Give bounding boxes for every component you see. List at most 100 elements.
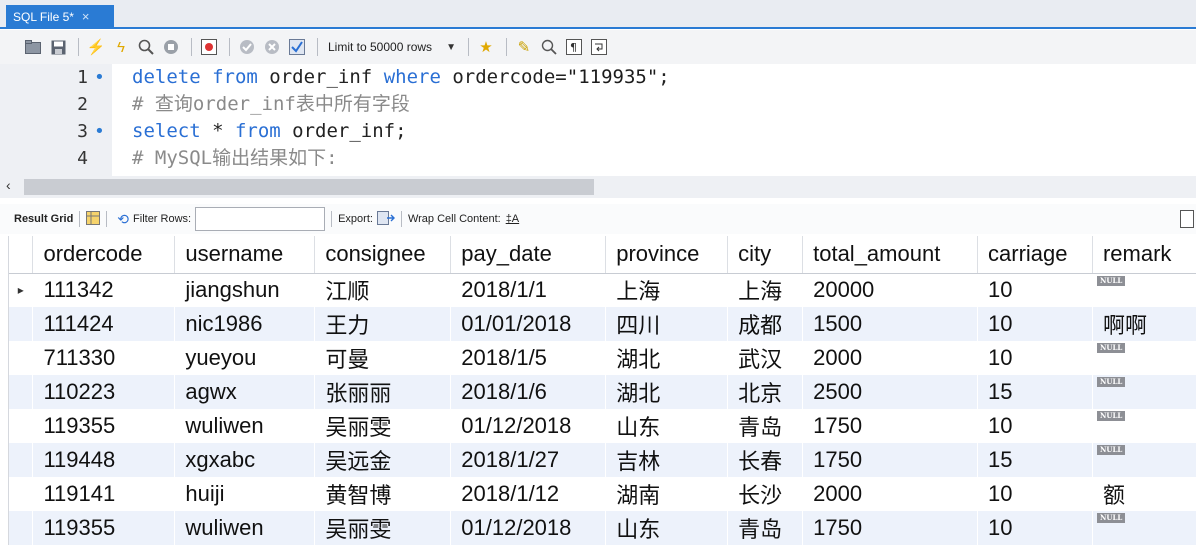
cell-remark[interactable]: NULL <box>1092 511 1196 545</box>
cell-username[interactable]: huiji <box>175 477 315 511</box>
row-marker[interactable] <box>9 375 33 409</box>
cell-city[interactable]: 上海 <box>728 273 803 307</box>
cell-consignee[interactable]: 吴丽雯 <box>315 409 451 443</box>
cell-total_amount[interactable]: 20000 <box>803 273 978 307</box>
cell-remark[interactable]: NULL <box>1092 375 1196 409</box>
cell-total_amount[interactable]: 2500 <box>802 375 978 409</box>
cell-city[interactable]: 北京 <box>727 375 803 409</box>
execute-current-icon[interactable]: ϟ <box>110 36 132 58</box>
row-marker[interactable] <box>9 341 33 375</box>
panel-toggle-icon[interactable] <box>1180 210 1194 228</box>
cell-province[interactable]: 吉林 <box>605 443 728 477</box>
code-line[interactable]: 2 # 查询order_inf表中所有字段 <box>0 91 1196 118</box>
cell-total_amount[interactable]: 1750 <box>802 443 978 477</box>
stop-icon[interactable] <box>160 36 182 58</box>
result-grid[interactable]: ordercode username consignee pay_date provin… <box>8 236 1196 545</box>
cell-total_amount[interactable]: 1750 <box>803 409 978 443</box>
row-marker[interactable] <box>9 443 33 477</box>
editor-horizontal-scrollbar[interactable]: ‹ <box>0 176 1196 198</box>
cell-total_amount[interactable]: 1750 <box>802 511 978 545</box>
cell-consignee[interactable]: 江顺 <box>315 273 451 307</box>
cell-total_amount[interactable]: 1500 <box>802 307 978 341</box>
cell-carriage[interactable]: 10 <box>977 307 1093 341</box>
cell-remark[interactable]: NULL <box>1092 409 1196 443</box>
chevron-left-icon[interactable]: ‹ <box>6 177 11 193</box>
cell-username[interactable]: wuliwen <box>174 511 315 545</box>
cell-remark[interactable]: NULL <box>1092 443 1196 477</box>
filter-rows-input[interactable] <box>195 207 326 231</box>
cell-ordercode[interactable]: 119141 <box>33 477 175 511</box>
wrap-cell-icon[interactable]: ‡A <box>506 213 519 225</box>
cell-username[interactable]: nic1986 <box>174 307 315 341</box>
cell-consignee[interactable]: 吴丽雯 <box>314 511 451 545</box>
row-marker[interactable] <box>9 409 33 443</box>
cell-username[interactable]: agwx <box>174 375 315 409</box>
cell-carriage[interactable]: 10 <box>978 477 1093 511</box>
cell-username[interactable]: wuliwen <box>175 409 315 443</box>
close-icon[interactable]: × <box>82 9 90 24</box>
cell-carriage[interactable]: 10 <box>978 273 1093 307</box>
column-header-remark[interactable]: remark <box>1092 236 1196 274</box>
cell-pay_date[interactable]: 2018/1/5 <box>451 341 606 375</box>
cell-total_amount[interactable]: 2000 <box>803 477 978 511</box>
cell-ordercode[interactable]: 111424 <box>32 307 175 341</box>
cell-province[interactable]: 山东 <box>605 511 728 545</box>
column-header-pay_date[interactable]: pay_date <box>450 236 607 274</box>
cell-city[interactable]: 青岛 <box>728 409 803 443</box>
cell-province[interactable]: 湖南 <box>606 477 728 511</box>
row-marker[interactable] <box>9 477 33 511</box>
code-line[interactable]: 4 # MySQL输出结果如下: <box>0 145 1196 172</box>
table-row[interactable]: 110223 agwx 张丽丽 2018/1/6 湖北 北京 2500 15 NULL <box>9 375 1196 409</box>
cell-remark[interactable]: NULL <box>1092 341 1196 375</box>
refresh-icon[interactable]: ⟲ <box>117 211 129 228</box>
column-header-ordercode[interactable]: ordercode <box>32 236 176 274</box>
cell-carriage[interactable]: 15 <box>977 375 1093 409</box>
cell-ordercode[interactable]: 111342 <box>33 273 175 307</box>
find-icon[interactable] <box>135 36 157 58</box>
cell-ordercode[interactable]: 110223 <box>32 375 175 409</box>
table-row[interactable]: 119355 wuliwen 吴丽雯 01/12/2018 山东 青岛 1750 10 NULL <box>9 409 1196 443</box>
cell-city[interactable]: 成都 <box>727 307 803 341</box>
table-row[interactable]: 119141 huiji 黄智博 2018/1/12 湖南 长沙 2000 10 额 <box>9 477 1196 511</box>
cell-pay_date[interactable]: 01/01/2018 <box>450 307 606 341</box>
cell-carriage[interactable]: 10 <box>978 341 1093 375</box>
table-row[interactable]: 111424 nic1986 王力 01/01/2018 四川 成都 1500 10 啊啊 <box>9 307 1196 341</box>
cell-city[interactable]: 长沙 <box>728 477 803 511</box>
cell-consignee[interactable]: 可曼 <box>315 341 451 375</box>
beautify-icon[interactable]: ✎ <box>513 36 535 58</box>
cell-pay_date[interactable]: 2018/1/1 <box>451 273 606 307</box>
cell-carriage[interactable]: 15 <box>977 443 1093 477</box>
rollback-icon[interactable] <box>261 36 283 58</box>
cell-username[interactable]: xgxabc <box>174 443 315 477</box>
cell-province[interactable]: 上海 <box>606 273 728 307</box>
cell-ordercode[interactable]: 711330 <box>33 341 175 375</box>
limit-rows-select[interactable]: Limit to 50000 rows ▼ <box>324 36 460 58</box>
cell-pay_date[interactable]: 2018/1/6 <box>450 375 606 409</box>
table-row[interactable]: 711330 yueyou 可曼 2018/1/5 湖北 武汉 2000 10 NULL <box>9 341 1196 375</box>
column-header-carriage[interactable]: carriage <box>977 236 1093 274</box>
cell-pay_date[interactable]: 2018/1/12 <box>451 477 606 511</box>
cell-username[interactable]: yueyou <box>175 341 315 375</box>
folder-open-icon[interactable] <box>22 36 44 58</box>
column-header-username[interactable]: username <box>174 236 316 274</box>
cell-username[interactable]: jiangshun <box>175 273 315 307</box>
column-header-province[interactable]: province <box>605 236 729 274</box>
cell-pay_date[interactable]: 01/12/2018 <box>450 511 606 545</box>
sql-editor[interactable]: 1 • delete from order_inf where ordercode=… <box>0 64 1196 176</box>
cell-city[interactable]: 长春 <box>727 443 803 477</box>
cell-city[interactable]: 青岛 <box>727 511 803 545</box>
table-row[interactable]: ▸ 111342 jiangshun 江顺 2018/1/1 上海 上海 20000 10 NUL… <box>9 273 1196 307</box>
result-grid-tab[interactable]: Result Grid <box>14 213 73 225</box>
cell-remark[interactable]: 啊啊 <box>1092 307 1196 341</box>
cell-consignee[interactable]: 吴远金 <box>314 443 451 477</box>
column-header-total_amount[interactable]: total_amount <box>802 236 979 274</box>
cell-province[interactable]: 山东 <box>606 409 728 443</box>
column-header-consignee[interactable]: consignee <box>314 236 452 274</box>
table-row[interactable]: 119448 xgxabc 吴远金 2018/1/27 吉林 长春 1750 15 NULL <box>9 443 1196 477</box>
cell-ordercode[interactable]: 119355 <box>33 409 175 443</box>
export-icon[interactable] <box>376 210 395 228</box>
table-row[interactable]: 119355 wuliwen 吴丽雯 01/12/2018 山东 青岛 1750 10 NULL <box>9 511 1196 545</box>
current-row-marker-icon[interactable]: ▸ <box>9 273 33 307</box>
cell-province[interactable]: 湖北 <box>605 375 728 409</box>
cell-consignee[interactable]: 张丽丽 <box>314 375 451 409</box>
